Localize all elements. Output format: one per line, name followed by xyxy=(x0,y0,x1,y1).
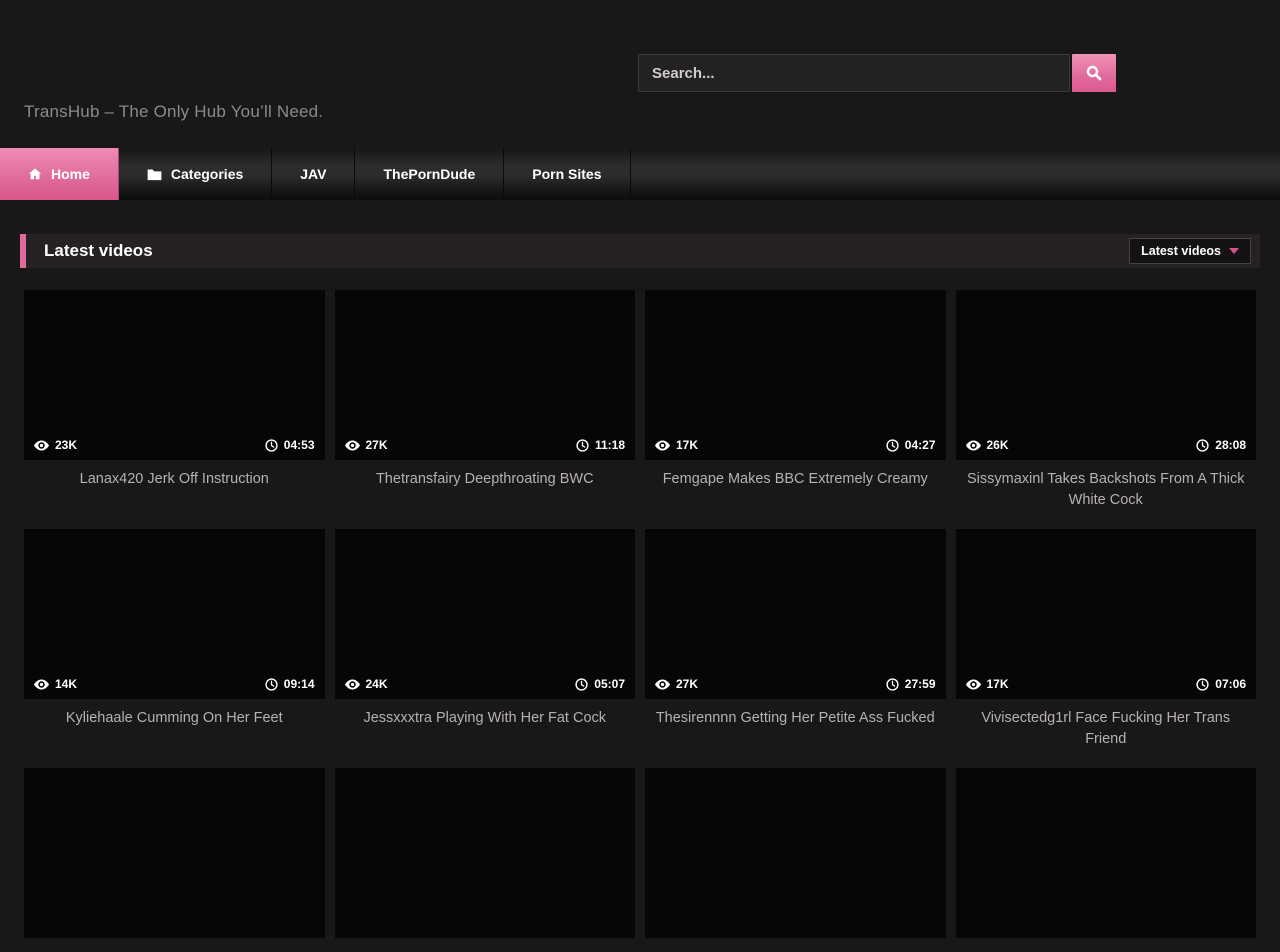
nav-item-label: Home xyxy=(51,166,90,182)
caret-down-icon xyxy=(1229,248,1239,254)
video-thumbnail[interactable]: 14K 09:14 xyxy=(24,529,325,699)
video-meta: 17K 04:27 xyxy=(645,430,946,460)
search-button[interactable] xyxy=(1072,54,1116,92)
nav-item-porn-sites[interactable]: Porn Sites xyxy=(504,148,630,200)
video-thumbnail[interactable] xyxy=(24,768,325,938)
duration: 27:59 xyxy=(886,677,936,691)
clock-icon xyxy=(886,439,899,452)
video-title[interactable]: Sissymaxinl Takes Backshots From A Thick… xyxy=(956,469,1257,515)
duration: 04:27 xyxy=(886,438,936,452)
video-card[interactable]: 26K 28:08 Sissymaxinl Takes Backshots Fr… xyxy=(956,290,1257,515)
folder-icon xyxy=(147,168,162,181)
clock-icon xyxy=(1196,678,1209,691)
video-meta: 23K 04:53 xyxy=(24,430,325,460)
video-card[interactable] xyxy=(335,768,636,938)
video-title[interactable]: Kyliehaale Cumming On Her Feet xyxy=(24,708,325,754)
clock-icon xyxy=(576,439,589,452)
eye-icon xyxy=(345,679,360,690)
eye-icon xyxy=(655,440,670,451)
video-grid: 23K 04:53 Lanax420 Jerk Off Instruction xyxy=(20,290,1260,952)
eye-icon xyxy=(345,440,360,451)
video-card[interactable]: 27K 27:59 Thesirennnn Getting Her Petite… xyxy=(645,529,946,754)
clock-icon xyxy=(886,678,899,691)
view-count: 27K xyxy=(345,438,388,452)
video-card[interactable]: 17K 07:06 Vivisectedg1rl Face Fucking He… xyxy=(956,529,1257,754)
duration: 28:08 xyxy=(1196,438,1246,452)
video-title[interactable]: Thesirennnn Getting Her Petite Ass Fucke… xyxy=(645,708,946,754)
clock-icon xyxy=(1196,439,1209,452)
site-tagline: TransHub – The Only Hub You’ll Need. xyxy=(24,102,323,122)
view-count: 17K xyxy=(655,438,698,452)
eye-icon xyxy=(966,440,981,451)
video-meta: 27K 11:18 xyxy=(335,430,636,460)
nav-item-home[interactable]: Home xyxy=(0,148,119,200)
clock-icon xyxy=(265,678,278,691)
clock-icon xyxy=(575,678,588,691)
eye-icon xyxy=(655,679,670,690)
nav-item-categories[interactable]: Categories xyxy=(119,148,272,200)
nav-item-label: Porn Sites xyxy=(532,166,601,182)
nav-item-label: JAV xyxy=(300,166,326,182)
search-input[interactable] xyxy=(638,54,1070,92)
video-meta: 24K 05:07 xyxy=(335,669,636,699)
video-card[interactable]: 14K 09:14 Kyliehaale Cumming On Her Feet xyxy=(24,529,325,754)
search-form xyxy=(638,54,1116,92)
view-count: 17K xyxy=(966,677,1009,691)
video-thumbnail[interactable]: 17K 04:27 xyxy=(645,290,946,460)
view-count: 24K xyxy=(345,677,388,691)
video-thumbnail[interactable]: 24K 05:07 xyxy=(335,529,636,699)
section-title: Latest videos xyxy=(44,241,153,261)
video-title[interactable]: Thetransfairy Deepthroating BWC xyxy=(335,469,636,515)
video-title[interactable]: Jessxxxtra Playing With Her Fat Cock xyxy=(335,708,636,754)
video-card[interactable] xyxy=(24,768,325,938)
sort-dropdown[interactable]: Latest videos xyxy=(1129,238,1251,264)
nav-item-theporndude[interactable]: ThePornDude xyxy=(355,148,504,200)
duration: 04:53 xyxy=(265,438,315,452)
magnifier-icon xyxy=(1085,64,1103,82)
video-card[interactable]: 17K 04:27 Femgape Makes BBC Extremely Cr… xyxy=(645,290,946,515)
video-title[interactable]: Vivisectedg1rl Face Fucking Her Trans Fr… xyxy=(956,708,1257,754)
video-thumbnail[interactable] xyxy=(645,768,946,938)
video-thumbnail[interactable]: 26K 28:08 xyxy=(956,290,1257,460)
main-content: Latest videos Latest videos 23K xyxy=(0,234,1280,952)
video-thumbnail[interactable] xyxy=(956,768,1257,938)
view-count: 14K xyxy=(34,677,77,691)
video-card[interactable] xyxy=(956,768,1257,938)
eye-icon xyxy=(34,679,49,690)
video-card[interactable] xyxy=(645,768,946,938)
nav-item-label: Categories xyxy=(171,166,243,182)
video-card[interactable]: 24K 05:07 Jessxxxtra Playing With Her Fa… xyxy=(335,529,636,754)
duration: 05:07 xyxy=(575,677,625,691)
video-thumbnail[interactable]: 27K 27:59 xyxy=(645,529,946,699)
duration: 09:14 xyxy=(265,677,315,691)
sort-dropdown-label: Latest videos xyxy=(1141,244,1221,258)
video-title[interactable]: Lanax420 Jerk Off Instruction xyxy=(24,469,325,515)
video-thumbnail[interactable] xyxy=(335,768,636,938)
video-title[interactable]: Femgape Makes BBC Extremely Creamy xyxy=(645,469,946,515)
video-thumbnail[interactable]: 27K 11:18 xyxy=(335,290,636,460)
main-nav: Home Categories JAV ThePornDude Porn Sit… xyxy=(0,148,1280,200)
clock-icon xyxy=(265,439,278,452)
video-meta: 27K 27:59 xyxy=(645,669,946,699)
view-count: 27K xyxy=(655,677,698,691)
view-count: 23K xyxy=(34,438,77,452)
eye-icon xyxy=(34,440,49,451)
home-icon xyxy=(28,167,42,181)
section-header: Latest videos Latest videos xyxy=(20,234,1260,268)
video-thumbnail[interactable]: 23K 04:53 xyxy=(24,290,325,460)
nav-item-label: ThePornDude xyxy=(383,166,475,182)
eye-icon xyxy=(966,679,981,690)
view-count: 26K xyxy=(966,438,1009,452)
nav-item-jav[interactable]: JAV xyxy=(272,148,355,200)
video-card[interactable]: 27K 11:18 Thetransfairy Deepthroating BW… xyxy=(335,290,636,515)
video-meta: 26K 28:08 xyxy=(956,430,1257,460)
duration: 11:18 xyxy=(576,438,625,452)
video-meta: 14K 09:14 xyxy=(24,669,325,699)
video-thumbnail[interactable]: 17K 07:06 xyxy=(956,529,1257,699)
duration: 07:06 xyxy=(1196,677,1246,691)
video-card[interactable]: 23K 04:53 Lanax420 Jerk Off Instruction xyxy=(24,290,325,515)
site-header: TransHub – The Only Hub You’ll Need. xyxy=(0,0,1280,148)
video-meta: 17K 07:06 xyxy=(956,669,1257,699)
